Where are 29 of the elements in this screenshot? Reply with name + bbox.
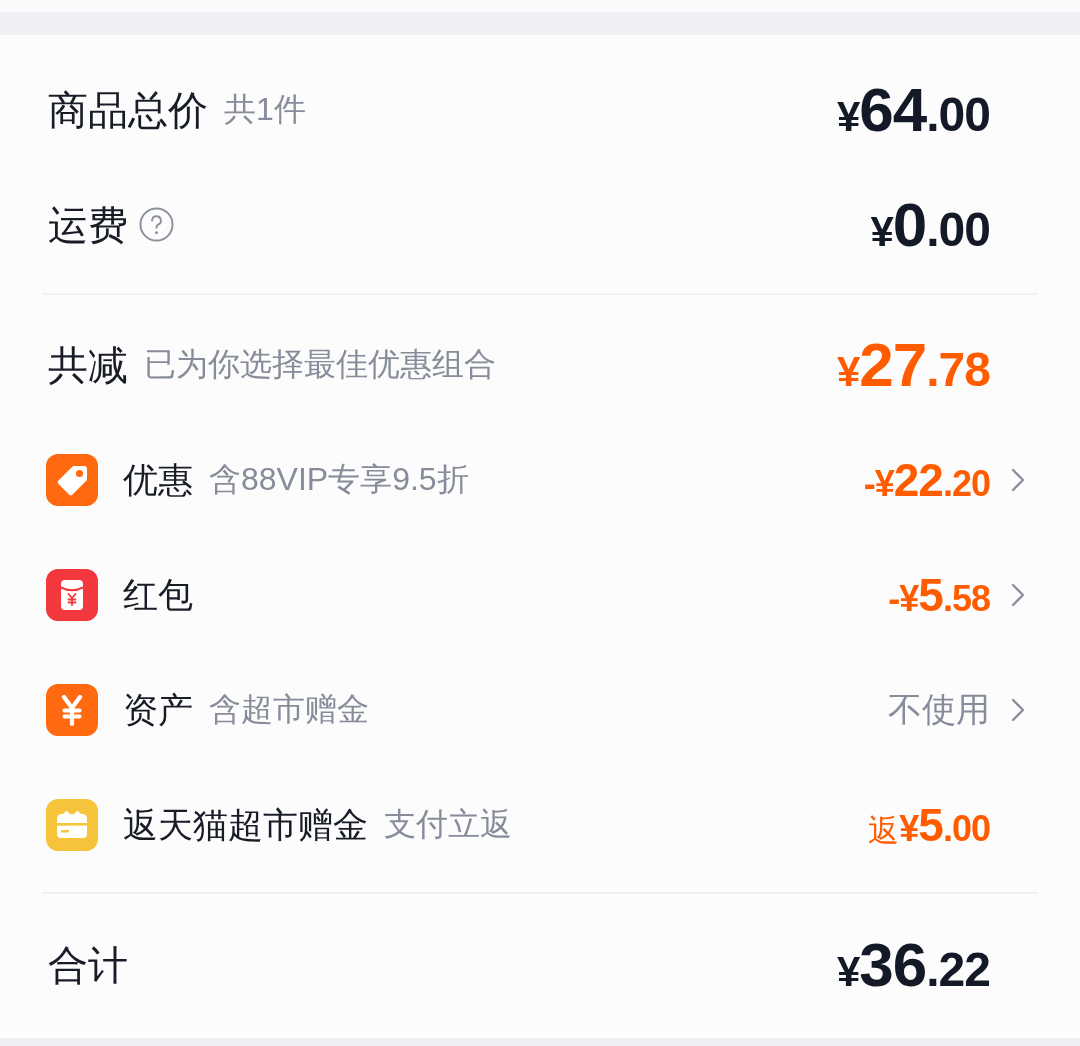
total-label: 合计 [48, 941, 128, 989]
summary-amount: ¥64.00 [836, 78, 990, 141]
summary-amount: ¥0.00 [870, 193, 990, 256]
summary-label: 运费 [48, 201, 128, 249]
total-amount: ¥36.22 [836, 933, 990, 996]
item-amount: -¥5.58 [888, 571, 990, 618]
chevron-icon[interactable] [1011, 582, 1025, 607]
tag-icon [46, 453, 98, 506]
item-label: 返天猫超市赠金 [123, 803, 368, 846]
chevron-icon[interactable] [1011, 697, 1025, 722]
yen-icon [46, 683, 98, 736]
item-value: 不使用 [888, 689, 990, 730]
item-label: 优惠 [123, 458, 193, 501]
item-amount: -¥22.20 [863, 456, 990, 503]
item-label: 红包 [123, 573, 193, 616]
chevron-icon[interactable] [1011, 467, 1025, 492]
envelope-icon [46, 568, 98, 621]
item-note: 支付立返 [384, 805, 512, 844]
summary-note: 共1件 [224, 90, 306, 129]
help-icon[interactable] [139, 207, 174, 242]
summary-label: 商品总价 [48, 86, 208, 134]
discount-note: 已为你选择最佳优惠组合 [144, 345, 496, 384]
discount-label: 共减 [48, 341, 128, 389]
item-amount: 返¥5.00 [868, 801, 990, 848]
card-icon [46, 798, 98, 851]
item-note: 含88VIP专享9.5折 [209, 460, 469, 499]
item-label: 资产 [123, 688, 193, 731]
discount-amount: ¥27.78 [836, 333, 990, 396]
item-note: 含超市赠金 [209, 690, 369, 729]
